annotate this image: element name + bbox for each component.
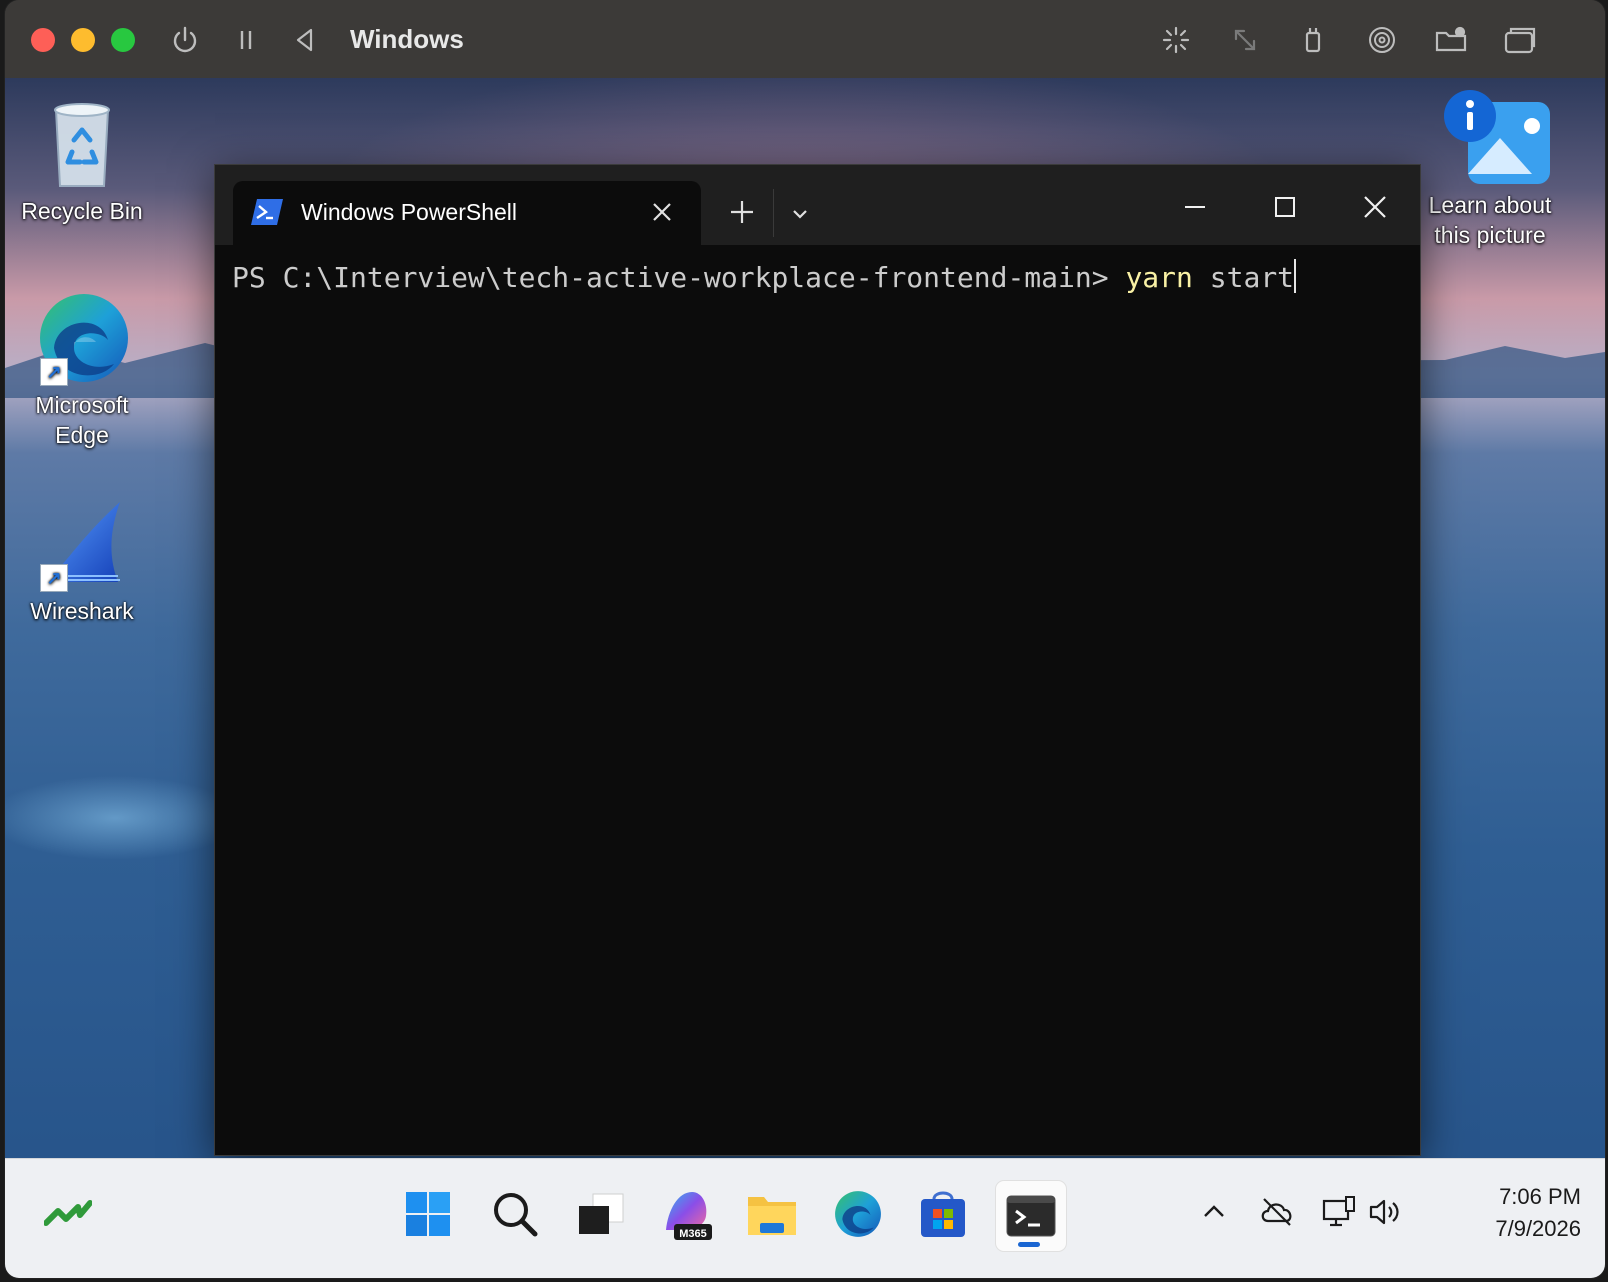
command-text: yarn bbox=[1125, 261, 1193, 294]
terminal-window: Windows PowerShell PS C:\Interview\tech-… bbox=[215, 165, 1420, 1155]
desktop-icon-learn-about-picture[interactable]: Learn about this picture bbox=[1415, 90, 1565, 250]
command-args: start bbox=[1192, 261, 1295, 294]
tab-close-icon[interactable] bbox=[647, 197, 677, 227]
store-icon[interactable] bbox=[910, 1181, 976, 1247]
recycle-bin-icon bbox=[34, 96, 130, 192]
tab-windows-powershell[interactable]: Windows PowerShell bbox=[233, 181, 701, 245]
desktop-icon-wireshark[interactable]: ↗ Wireshark bbox=[7, 496, 157, 626]
close-window-button[interactable] bbox=[31, 28, 55, 52]
disc-icon[interactable] bbox=[1364, 22, 1400, 58]
shared-folder-icon[interactable] bbox=[1433, 22, 1469, 58]
start-icon[interactable] bbox=[395, 1181, 461, 1247]
back-icon[interactable] bbox=[287, 22, 323, 58]
prompt-text: PS C:\Interview\tech-active-workplace-fr… bbox=[232, 261, 1126, 294]
picture-info-icon bbox=[1442, 90, 1550, 186]
close-icon[interactable] bbox=[1355, 187, 1395, 227]
power-icon[interactable] bbox=[167, 22, 203, 58]
wireshark-icon: ↗ bbox=[34, 496, 130, 592]
terminal-tabbar: Windows PowerShell bbox=[215, 165, 1420, 245]
new-tab-icon[interactable] bbox=[723, 193, 761, 231]
minimize-window-button[interactable] bbox=[71, 28, 95, 52]
vm-title: Windows bbox=[350, 24, 464, 54]
text-cursor bbox=[1294, 259, 1297, 293]
activity-icon[interactable] bbox=[1158, 22, 1194, 58]
desktop-icon-microsoft-edge[interactable]: ↗ Microsoft Edge bbox=[7, 290, 157, 450]
edge-icon: ↗ bbox=[34, 290, 130, 386]
usb-icon[interactable] bbox=[1295, 22, 1331, 58]
clock-time: 7:06 PM bbox=[1499, 1184, 1581, 1209]
tab-separator bbox=[773, 189, 774, 237]
fullscreen-window-button[interactable] bbox=[111, 28, 135, 52]
m365-badge: M365 bbox=[679, 1228, 707, 1240]
pause-icon[interactable] bbox=[228, 22, 264, 58]
m365-icon[interactable]: M365 bbox=[653, 1181, 719, 1247]
learn-about-picture-label: Learn about this picture bbox=[1428, 192, 1552, 248]
volume-icon[interactable] bbox=[1367, 1193, 1405, 1231]
clock[interactable]: 7:06 PM 7/9/2026 bbox=[1495, 1181, 1581, 1245]
terminal-icon[interactable] bbox=[996, 1181, 1066, 1251]
active-indicator bbox=[1018, 1242, 1040, 1247]
shortcut-arrow-icon: ↗ bbox=[40, 564, 68, 592]
minimize-icon[interactable] bbox=[1175, 187, 1215, 227]
widgets-icon[interactable] bbox=[35, 1181, 101, 1247]
task-view-icon[interactable] bbox=[568, 1181, 634, 1247]
edge-icon[interactable] bbox=[825, 1181, 891, 1247]
cloud-off-icon[interactable] bbox=[1258, 1193, 1296, 1231]
shortcut-arrow-icon: ↗ bbox=[40, 358, 68, 386]
chevron-down-icon[interactable] bbox=[785, 199, 815, 229]
network-icon[interactable] bbox=[1320, 1193, 1358, 1231]
vm-window: Windows Recycle Bin ↗ Microsoft Edge ↗ W… bbox=[5, 0, 1605, 1278]
desktop-icon-recycle-bin[interactable]: Recycle Bin bbox=[7, 96, 157, 226]
wireshark-label: Wireshark bbox=[30, 598, 134, 624]
taskbar: M365 7:06 PM 7/9/2026 bbox=[5, 1158, 1605, 1278]
clock-date: 7/9/2026 bbox=[1495, 1216, 1581, 1241]
maximize-icon[interactable] bbox=[1265, 187, 1305, 227]
powershell-icon bbox=[251, 199, 283, 225]
search-icon[interactable] bbox=[482, 1181, 548, 1247]
resize-icon[interactable] bbox=[1227, 22, 1263, 58]
vm-titlebar: Windows bbox=[5, 0, 1605, 78]
tab-title: Windows PowerShell bbox=[301, 199, 518, 225]
window-icon[interactable] bbox=[1502, 22, 1538, 58]
recycle-bin-label: Recycle Bin bbox=[21, 198, 143, 224]
terminal-output[interactable]: PS C:\Interview\tech-active-workplace-fr… bbox=[232, 259, 1410, 294]
file-explorer-icon[interactable] bbox=[739, 1181, 805, 1247]
chevron-up-icon[interactable] bbox=[1195, 1193, 1233, 1231]
microsoft-edge-label: Microsoft Edge bbox=[35, 392, 129, 448]
